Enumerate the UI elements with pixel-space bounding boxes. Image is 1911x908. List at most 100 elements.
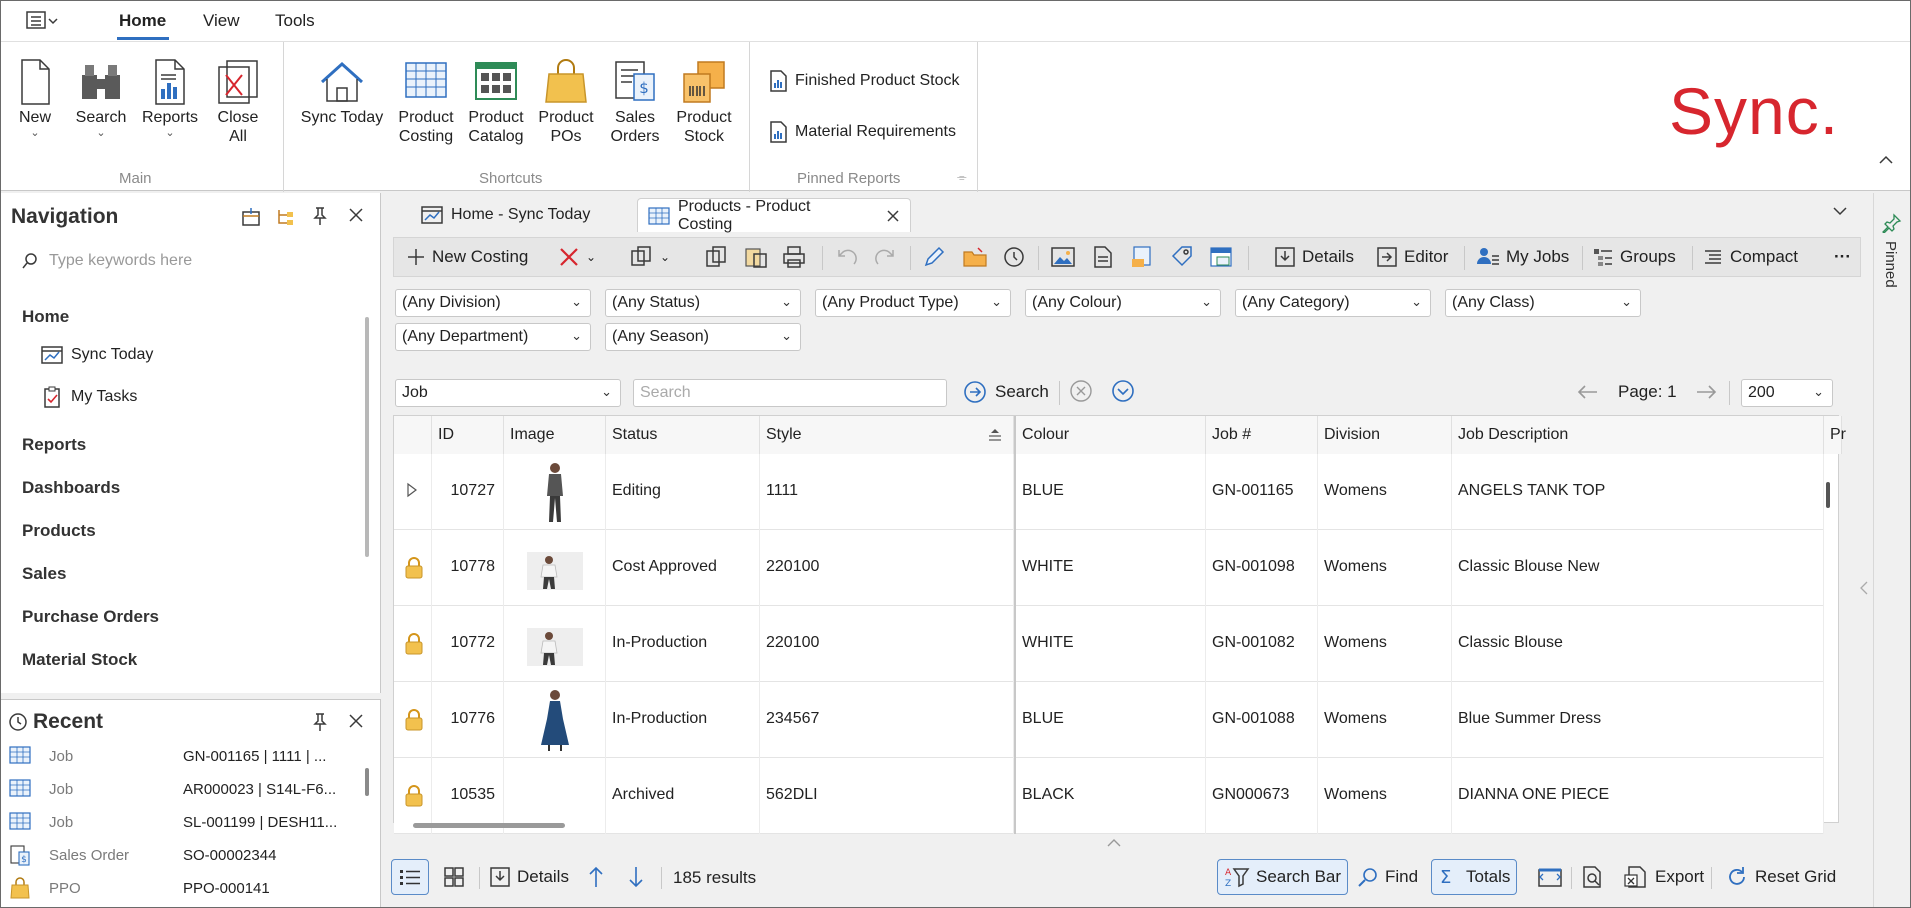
table-row[interactable]: 10535 Archived 562DLI BLACK GN000673 Womens DI…	[394, 758, 1824, 834]
pin-icon[interactable]	[311, 712, 329, 732]
menu-tab-tools[interactable]: Tools	[275, 11, 315, 31]
sort-ascending-icon[interactable]	[987, 428, 1003, 442]
card-view-button[interactable]	[435, 859, 473, 895]
product-thumbnail[interactable]	[535, 688, 575, 752]
add-favorite-icon[interactable]	[241, 207, 261, 227]
column-header[interactable]: Style	[760, 416, 1014, 454]
find-button[interactable]: Find	[1351, 859, 1424, 895]
table-row[interactable]: 10727 Editing 1111 BLUE GN-001165 Womens ANGEL…	[394, 454, 1824, 530]
close-icon[interactable]	[347, 712, 365, 730]
column-header[interactable]: Job Description	[1452, 416, 1824, 454]
document-button[interactable]	[1092, 244, 1114, 270]
filter-select[interactable]: (Any Class) ⌄	[1445, 289, 1641, 317]
editor-button[interactable]: Editor	[1376, 244, 1448, 270]
table-row[interactable]: 10778 Cost Approved 220100 WHITE GN-001098 Wo…	[394, 530, 1824, 606]
navigation-scrollbar[interactable]	[365, 317, 369, 557]
sales-orders-shortcut[interactable]: $ Sales Orders	[603, 56, 667, 146]
nav-section-reports[interactable]: Reports	[22, 435, 86, 455]
close-icon[interactable]	[347, 206, 365, 224]
recent-item[interactable]: Job SL-001199 | DESH11...	[1, 806, 361, 839]
copy-button[interactable]	[704, 244, 728, 270]
close-all-button[interactable]: Close All	[213, 56, 263, 146]
tag-button[interactable]	[1170, 244, 1194, 270]
move-down-button[interactable]	[621, 859, 651, 895]
totals-toggle[interactable]: Σ Totals	[1431, 859, 1518, 895]
column-header[interactable]: Status	[606, 416, 760, 454]
product-pos-shortcut[interactable]: Product POs	[533, 56, 599, 146]
product-thumbnail[interactable]	[526, 550, 583, 592]
product-catalog-shortcut[interactable]: Product Catalog	[463, 56, 529, 146]
table-row[interactable]: 10772 In-Production 220100 WHITE GN-001082 Wo…	[394, 606, 1824, 682]
move-up-button[interactable]	[581, 859, 611, 895]
more-options-button[interactable]: ···	[1834, 244, 1851, 270]
close-tab-icon[interactable]	[886, 209, 900, 223]
copy-special-button[interactable]: ⌄	[630, 244, 670, 270]
redo-button[interactable]	[872, 244, 898, 270]
app-menu-icon[interactable]	[25, 10, 59, 32]
reset-grid-button[interactable]: Reset Grid	[1719, 859, 1842, 895]
open-folder-button[interactable]	[962, 244, 988, 270]
nav-item-my-tasks[interactable]: My Tasks	[41, 386, 137, 408]
tree-view-icon[interactable]	[275, 207, 295, 227]
sync-today-shortcut[interactable]: Sync Today	[297, 56, 387, 127]
product-costing-shortcut[interactable]: Product Costing	[393, 56, 459, 146]
filter-select[interactable]: (Any Division) ⌄	[395, 289, 591, 317]
search-button[interactable]: Search	[963, 377, 1049, 407]
search-field-select[interactable]: Job ⌄	[395, 379, 621, 407]
column-header[interactable]: Colour	[1014, 416, 1206, 454]
nav-section-sales[interactable]: Sales	[22, 564, 66, 584]
recent-scrollbar[interactable]	[365, 768, 369, 796]
collapse-side-panel-icon[interactable]	[1858, 579, 1870, 597]
image-button[interactable]	[1050, 244, 1076, 270]
pinned-report-finished-product-stock[interactable]: Finished Product Stock	[769, 70, 960, 92]
groups-button[interactable]: Groups	[1592, 244, 1676, 270]
product-stock-shortcut[interactable]: Product Stock	[669, 56, 739, 146]
search-input[interactable]: Search	[633, 379, 947, 407]
filter-select[interactable]: (Any Status) ⌄	[605, 289, 801, 317]
sheet-button[interactable]	[1130, 244, 1156, 270]
pinned-side-tab[interactable]: Pinned	[1882, 241, 1899, 288]
expand-row-icon[interactable]	[394, 454, 432, 530]
status-details-button[interactable]: Details	[483, 859, 575, 895]
tab-products-product-costing[interactable]: Products - Product Costing	[637, 198, 911, 233]
new-button[interactable]: New ⌄	[11, 56, 59, 139]
nav-section-products[interactable]: Products	[22, 521, 96, 541]
column-header[interactable]: Job #	[1206, 416, 1318, 454]
filter-select[interactable]: (Any Department) ⌄	[395, 323, 591, 351]
new-costing-button[interactable]: New Costing	[406, 244, 528, 270]
undo-button[interactable]	[834, 244, 860, 270]
table-row[interactable]: 10776 In-Production 234567 BLUE GN-001088 Wom…	[394, 682, 1824, 758]
collapse-ribbon-icon[interactable]	[1877, 152, 1895, 166]
filter-select[interactable]: (Any Season) ⌄	[605, 323, 801, 351]
nav-item-sync-today[interactable]: Sync Today	[41, 345, 153, 365]
nav-section-material-stock[interactable]: Material Stock	[22, 650, 137, 670]
expand-footer-icon[interactable]	[1105, 837, 1123, 849]
tab-home-sync-today[interactable]: Home - Sync Today	[411, 198, 600, 232]
my-jobs-button[interactable]: My Jobs	[1476, 244, 1569, 270]
navigation-search[interactable]: Type keywords here	[21, 247, 361, 275]
history-button[interactable]	[1002, 244, 1026, 270]
product-thumbnail[interactable]	[526, 626, 583, 668]
grid-vertical-scrollbar[interactable]	[1826, 482, 1830, 508]
edit-button[interactable]	[922, 244, 946, 270]
next-page-icon[interactable]	[1693, 381, 1719, 403]
filter-select[interactable]: (Any Category) ⌄	[1235, 289, 1431, 317]
menu-tab-home[interactable]: Home	[119, 11, 166, 31]
column-header[interactable]: ID	[432, 416, 504, 454]
nav-section-purchase-orders[interactable]: Purchase Orders	[22, 607, 159, 627]
nav-section-home[interactable]: Home	[22, 307, 69, 327]
filter-select[interactable]: (Any Product Type) ⌄	[815, 289, 1011, 317]
clear-search-icon[interactable]	[1069, 379, 1093, 403]
compact-button[interactable]: Compact	[1702, 244, 1798, 270]
recent-item[interactable]: Job GN-001165 | 1111 | ...	[1, 740, 361, 773]
tab-list-chevron-icon[interactable]	[1831, 205, 1849, 217]
pinned-report-material-requirements[interactable]: Material Requirements	[769, 121, 956, 143]
costing-sheet-button[interactable]	[1208, 244, 1234, 270]
search-bar-toggle[interactable]: AZ Search Bar	[1217, 859, 1349, 895]
page-size-select[interactable]: 200 ⌄	[1741, 379, 1833, 407]
details-button[interactable]: Details	[1274, 244, 1354, 270]
menu-tab-view[interactable]: View	[203, 11, 240, 31]
column-header[interactable]: Division	[1318, 416, 1452, 454]
export-button[interactable]: Export	[1617, 859, 1710, 895]
delete-button[interactable]: ⌄	[558, 244, 596, 270]
